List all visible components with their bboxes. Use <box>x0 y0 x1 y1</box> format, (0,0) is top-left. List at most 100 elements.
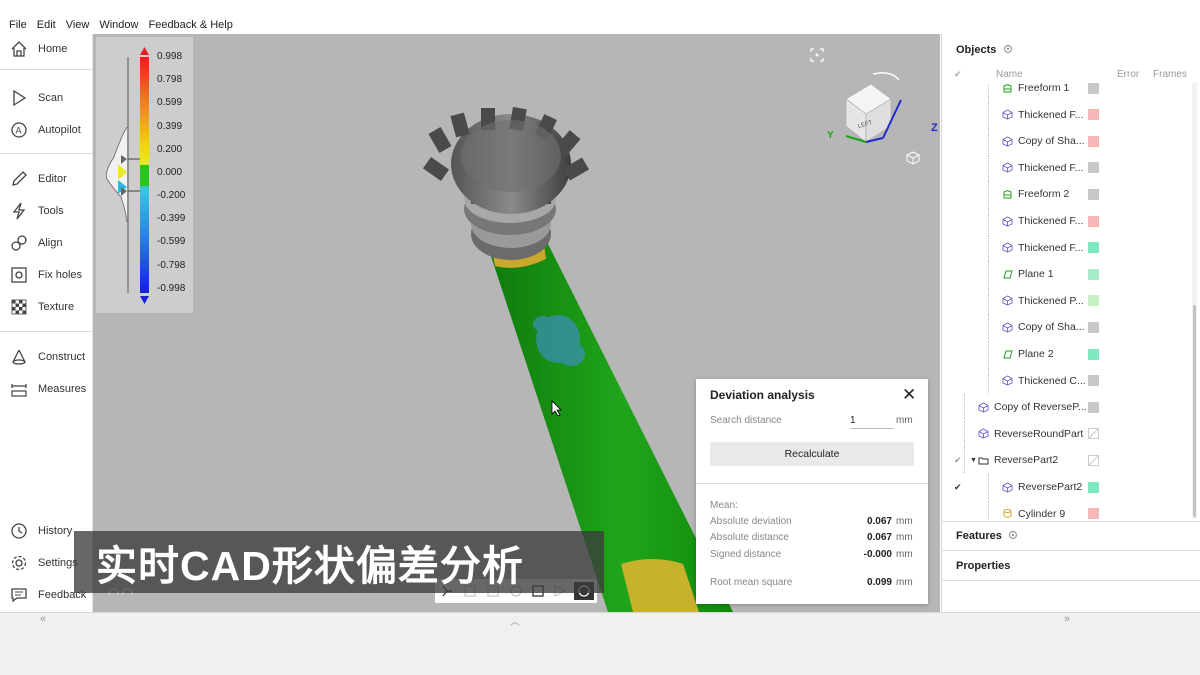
error-color-swatch <box>1088 135 1099 147</box>
tree-guide <box>988 208 989 234</box>
visibility-check-icon[interactable]: ✔ <box>954 455 962 466</box>
divider <box>0 69 93 70</box>
tool-editor[interactable]: Editor <box>0 166 93 192</box>
rms-value: 0.099 <box>866 577 892 588</box>
object-row[interactable]: Plane 2 <box>942 341 1190 367</box>
mesh-icon <box>1002 375 1013 386</box>
object-row[interactable]: Thickened F... <box>942 208 1190 234</box>
play-scan-icon <box>0 89 38 107</box>
object-name: Copy of Sha... <box>1018 135 1085 148</box>
object-row[interactable]: Thickened F... <box>942 154 1190 181</box>
absolute-deviation-value: 0.067 <box>866 516 892 527</box>
error-color-swatch <box>1088 321 1099 333</box>
tree-guide <box>964 394 965 421</box>
tool-tools[interactable]: Tools <box>0 198 93 224</box>
search-distance-unit: mm <box>896 415 913 426</box>
focus-icon[interactable] <box>810 48 824 62</box>
object-row[interactable]: Plane 1 <box>942 261 1190 288</box>
error-color-swatch <box>1088 242 1099 254</box>
menu-window[interactable]: Window <box>94 19 143 31</box>
object-row[interactable]: Thickened P... <box>942 287 1190 314</box>
view-cube[interactable] <box>821 64 921 154</box>
object-row[interactable]: Freeform 2 <box>942 181 1190 208</box>
object-row[interactable]: Copy of Sha... <box>942 314 1190 341</box>
object-name: Copy of ReverseP... <box>994 401 1087 414</box>
menu-edit[interactable]: Edit <box>32 19 61 31</box>
unit-label: mm <box>896 516 913 527</box>
object-row[interactable]: Thickened C... <box>942 367 1190 394</box>
search-distance-input[interactable]: 1 <box>850 413 894 429</box>
menu-file[interactable]: File <box>4 19 32 31</box>
right-panel: Objects ✔ Name Error Frames Freeform 1 Th… <box>941 34 1200 612</box>
bottom-strip: « ︿ » <box>0 612 1200 675</box>
tool-texture[interactable]: Texture <box>0 294 93 320</box>
freeform-icon <box>1003 83 1012 92</box>
features-title[interactable]: Features <box>956 530 1002 542</box>
mesh-icon <box>1002 242 1013 253</box>
fix-holes-icon <box>0 266 38 284</box>
dialog-title: Deviation analysis <box>710 388 815 402</box>
tool-construct[interactable]: Construct <box>0 344 93 370</box>
legend-tick-label: 0.798 <box>157 74 183 85</box>
gear-icon[interactable] <box>1003 44 1013 54</box>
menu-view[interactable]: View <box>61 19 95 31</box>
tree-guide <box>988 154 989 181</box>
plane-icon <box>1003 350 1013 358</box>
object-name: Cylinder 9 <box>1018 507 1066 519</box>
menu-feedback-help[interactable]: Feedback & Help <box>143 19 237 31</box>
object-row[interactable]: ✔ ReversePart2 <box>942 474 1190 500</box>
object-name: Thickened F... <box>1018 241 1084 254</box>
error-color-swatch <box>1088 188 1099 200</box>
objects-scrollbar[interactable] <box>1192 83 1197 519</box>
object-name: Thickened C... <box>1018 374 1086 387</box>
cube-small-icon[interactable] <box>906 151 920 165</box>
visibility-check-icon[interactable]: ✔ <box>954 482 962 493</box>
close-icon[interactable]: ✕ <box>902 386 916 403</box>
mesh-icon <box>1002 136 1013 147</box>
tool-scan[interactable]: Scan <box>0 85 93 111</box>
tool-home[interactable]: Home <box>0 36 93 62</box>
unit-label: mm <box>896 577 913 588</box>
tool-fix-holes[interactable]: Fix holes <box>0 262 93 288</box>
object-name: Plane 1 <box>1018 268 1054 281</box>
folder-icon <box>978 457 989 465</box>
object-row[interactable]: Cylinder 9 <box>942 500 1190 519</box>
error-color-swatch <box>1088 348 1099 360</box>
object-name: Freeform 2 <box>1018 188 1070 201</box>
absolute-distance-label: Absolute distance <box>710 532 789 543</box>
chevron-up-icon[interactable]: ︿ <box>510 613 520 628</box>
tool-autopilot[interactable]: A Autopilot <box>0 117 93 143</box>
svg-text:A: A <box>16 126 22 136</box>
object-row[interactable]: Thickened F... <box>942 101 1190 128</box>
scrollbar-thumb[interactable] <box>1193 305 1196 517</box>
mesh-icon <box>978 428 989 439</box>
properties-title[interactable]: Properties <box>956 560 1010 572</box>
error-color-swatch <box>1088 268 1099 280</box>
recalculate-button[interactable]: Recalculate <box>710 442 914 466</box>
object-row[interactable]: ReverseRoundPart <box>942 420 1190 447</box>
legend-tick-label: 0.399 <box>157 121 183 132</box>
tree-guide <box>988 314 989 341</box>
object-row[interactable]: Freeform 1 <box>942 83 1190 101</box>
object-row[interactable]: ✔ ▼ ReversePart2 <box>942 447 1190 474</box>
object-row[interactable]: Copy of ReverseP... <box>942 394 1190 421</box>
error-color-swatch <box>1088 295 1099 307</box>
pencil-icon <box>0 170 38 188</box>
chat-icon <box>0 586 38 604</box>
object-row[interactable]: Thickened F... <box>942 234 1190 261</box>
axis-z-label: Z <box>931 122 938 134</box>
video-subtitle: 实时CAD形状偏差分析 <box>74 531 604 593</box>
collapse-left-icon[interactable]: « <box>40 613 46 625</box>
object-row[interactable]: Copy of Sha... <box>942 128 1190 155</box>
tree-guide <box>988 181 989 208</box>
tree-guide <box>964 447 965 474</box>
gear-mesh <box>422 106 590 260</box>
tool-measures[interactable]: Measures <box>0 376 93 402</box>
chevron-down-icon[interactable]: ▼ <box>970 457 977 464</box>
collapse-right-icon[interactable]: » <box>1064 613 1070 625</box>
legend-tick-label: 0.998 <box>157 51 183 62</box>
deviation-color-legend: 0.998 0.798 0.599 0.399 0.200 0.000 -0.200 -0.3… <box>96 37 193 313</box>
gear-icon[interactable] <box>1008 530 1018 540</box>
mesh-icon <box>1002 162 1013 173</box>
tool-align[interactable]: Align <box>0 230 93 256</box>
